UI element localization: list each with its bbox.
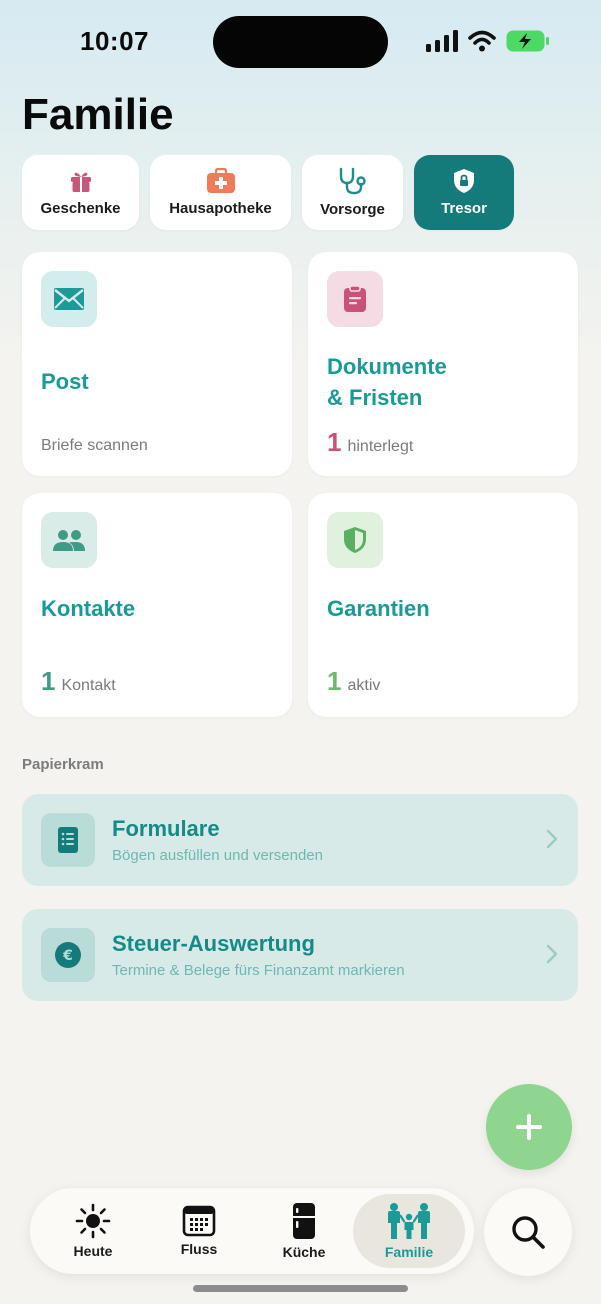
category-chips: Geschenke Hausapotheke Vorsorge Tresor (22, 155, 514, 230)
dynamic-island (213, 16, 388, 68)
tab-label: Familie (384, 1244, 434, 1260)
card-title: Garantien (327, 596, 430, 621)
chip-label: Geschenke (40, 200, 121, 217)
search-button[interactable] (484, 1188, 572, 1276)
sun-icon (75, 1203, 111, 1239)
add-button[interactable] (486, 1084, 572, 1170)
row-icon: € (41, 928, 95, 982)
euro-icon: € (55, 942, 81, 968)
clipboard-icon (344, 285, 366, 312)
card-count: 1 aktiv (327, 666, 380, 697)
svg-text:€: € (62, 948, 73, 964)
card-title: Post (41, 369, 89, 394)
card-count: 1 hinterlegt (327, 427, 413, 458)
row-subtitle: Bögen ausfüllen und versenden (112, 847, 323, 864)
count-value: 1 (327, 666, 342, 696)
tab-heute[interactable]: Heute (37, 1194, 149, 1268)
status-time: 10:07 (80, 26, 149, 56)
card-icon (41, 271, 97, 327)
card-title-line: Dokumente (327, 354, 447, 379)
chip-geschenke[interactable]: Geschenke (22, 155, 139, 230)
chip-label: Tresor (441, 200, 487, 217)
chip-label: Vorsorge (320, 201, 385, 218)
tab-familie[interactable]: Familie (353, 1194, 465, 1268)
row-subtitle: Termine & Belege fürs Finanzamt markiere… (112, 962, 405, 979)
card-title: Kontakte (41, 596, 136, 621)
tab-label: Fluss (180, 1241, 218, 1257)
card-icon (41, 512, 97, 568)
chevron-right-icon (546, 829, 558, 849)
gift-icon (70, 172, 91, 192)
chip-tresor[interactable]: Tresor (414, 155, 514, 230)
wifi-icon (468, 30, 496, 52)
tab-label: Heute (73, 1243, 113, 1259)
count-value: 1 (327, 427, 342, 457)
chip-vorsorge[interactable]: Vorsorge (302, 155, 403, 230)
row-title: Steuer-Auswertung (112, 931, 315, 956)
count-label: hinterlegt (347, 438, 414, 455)
card-subtitle: Briefe scannen (41, 437, 148, 455)
chip-label: Hausapotheke (169, 200, 272, 217)
card-icon (327, 512, 383, 568)
card-title-line: & Fristen (327, 385, 423, 410)
tab-fluss[interactable]: Fluss (143, 1194, 255, 1268)
card-dokumente[interactable]: Dokumente & Fristen 1 hinterlegt (308, 252, 578, 476)
count-label: Kontakt (61, 677, 116, 694)
status-icons (426, 26, 550, 56)
form-icon (58, 827, 78, 853)
card-icon (327, 271, 383, 327)
card-garantien[interactable]: Garantien 1 aktiv (308, 493, 578, 717)
home-indicator (193, 1285, 408, 1292)
family-icon (388, 1203, 430, 1239)
card-post[interactable]: Post Briefe scannen (22, 252, 292, 476)
envelope-icon (54, 288, 84, 310)
fridge-icon (293, 1203, 315, 1239)
plus-icon (516, 1114, 542, 1140)
shield-icon (344, 527, 366, 553)
card-kontakte[interactable]: Kontakte 1 Kontakt (22, 493, 292, 717)
count-label: aktiv (347, 677, 381, 694)
card-count: 1 Kontakt (41, 666, 116, 697)
card-subtitle-text: Briefe scannen (41, 437, 148, 454)
first-aid-kit-icon (206, 168, 235, 193)
shield-lock-icon (454, 169, 474, 193)
cellular-signal-icon (426, 30, 458, 52)
search-icon (512, 1216, 545, 1249)
page-title: Familie (22, 90, 174, 139)
section-label: Papierkram (22, 756, 104, 773)
calendar-icon (182, 1205, 216, 1237)
chip-hausapotheke[interactable]: Hausapotheke (150, 155, 291, 230)
tab-kueche[interactable]: Küche (248, 1194, 360, 1268)
count-value: 1 (41, 666, 56, 696)
row-title: Formulare (112, 816, 220, 841)
tab-label: Küche (282, 1244, 326, 1260)
row-icon (41, 813, 95, 867)
row-formulare[interactable]: Formulare Bögen ausfüllen und versenden (22, 794, 578, 886)
chevron-right-icon (546, 944, 558, 964)
row-steuer-auswertung[interactable]: € Steuer-Auswertung Termine & Belege für… (22, 909, 578, 1001)
people-icon (53, 530, 85, 551)
battery-charging-icon (506, 30, 549, 52)
tab-bar: Heute Fluss Küche Familie (30, 1188, 474, 1274)
card-title: Dokumente & Fristen (327, 351, 447, 413)
stethoscope-icon (339, 167, 366, 195)
